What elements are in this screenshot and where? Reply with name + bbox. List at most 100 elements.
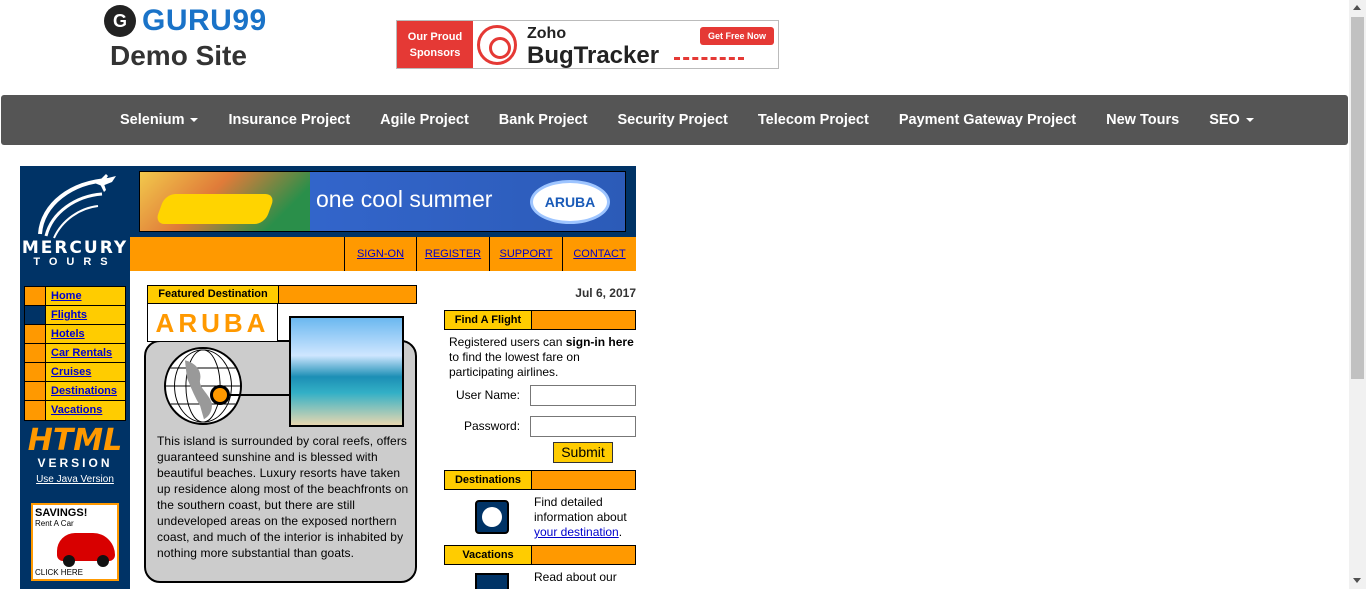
html-version-sub: VERSION (37, 456, 113, 470)
menu-bullet-icon (25, 401, 46, 420)
sponsor-name: Zoho BugTracker (527, 23, 660, 69)
location-marker-icon (210, 385, 230, 405)
use-java-version-link[interactable]: Use Java Version (26, 474, 124, 485)
nav-item-label: Security Project (617, 112, 728, 128)
mercury-logo-line1: MERCURY (21, 238, 129, 258)
page-scrollbar[interactable] (1349, 0, 1366, 589)
destinations-description: Find detailed information about your des… (534, 495, 638, 540)
side-menu-link[interactable]: Hotels (46, 325, 85, 343)
banner-slogan: one cool summer (316, 186, 493, 212)
savings-title: SAVINGS! (35, 507, 88, 519)
menu-bullet-icon (25, 363, 46, 381)
nav-item-agile-project[interactable]: Agile Project (365, 112, 484, 128)
find-flight-sign-in-text: sign-in here (565, 335, 634, 349)
sponsor-label-line2: Sponsors (409, 46, 461, 59)
globe-pointer-line (228, 394, 290, 396)
nav-item-seo[interactable]: SEO (1194, 112, 1269, 128)
savings-subtitle: Rent A Car (35, 519, 74, 528)
find-flight-text-post: to find the lowest fare on participating… (449, 350, 580, 379)
logo-subtitle: Demo Site (110, 40, 247, 71)
dashed-arrow-decoration (674, 57, 744, 60)
side-menu-link[interactable]: Home (46, 287, 82, 305)
logo-brand-text: GURU99 (142, 4, 267, 37)
nav-item-bank-project[interactable]: Bank Project (484, 112, 603, 128)
mercury-logo-text: MERCURY TOURS (20, 238, 130, 268)
side-menu-item-destinations[interactable]: Destinations (25, 382, 125, 401)
nav-item-insurance-project[interactable]: Insurance Project (213, 112, 365, 128)
side-menu-item-car-rentals[interactable]: Car Rentals (25, 344, 125, 363)
banner-people-image (140, 172, 310, 231)
side-menu-link[interactable]: Car Rentals (46, 344, 112, 362)
submit-button[interactable]: Submit (553, 442, 613, 463)
guru99-logo[interactable]: G GURU99 Demo Site (104, 4, 267, 72)
side-menu-link[interactable]: Cruises (46, 363, 91, 381)
scroll-up-arrow-icon[interactable] (1353, 5, 1361, 10)
top-link-register[interactable]: REGISTER (416, 237, 489, 271)
featured-destination-header: Featured Destination (147, 285, 417, 304)
password-input[interactable] (530, 416, 636, 437)
sponsor-product: BugTracker (527, 41, 660, 69)
featured-destination-title: ARUBA (147, 304, 278, 342)
side-menu-item-hotels[interactable]: Hotels (25, 325, 125, 344)
nav-item-telecom-project[interactable]: Telecom Project (743, 112, 884, 128)
side-menu-link[interactable]: Destinations (46, 382, 117, 400)
side-menu-link[interactable]: Vacations (46, 401, 102, 420)
logo-top-row: G GURU99 (104, 4, 267, 38)
destinations-label: Destinations (445, 471, 532, 489)
side-menu-item-cruises[interactable]: Cruises (25, 363, 125, 382)
savings-ad[interactable]: SAVINGS! Rent A Car CLICK HERE (31, 503, 119, 581)
vacations-label: Vacations (445, 546, 532, 564)
mercury-sidebar: MERCURY TOURS Home Flights Hotels Car Renta… (20, 166, 130, 589)
sponsor-banner[interactable]: Our Proud Sponsors Zoho BugTracker Get F… (396, 20, 779, 69)
destinations-text: Find detailed information about (534, 495, 627, 524)
find-flight-header: Find A Flight (444, 310, 636, 330)
find-flight-description: Registered users can sign-in here to fin… (449, 335, 635, 380)
nav-item-selenium[interactable]: Selenium (105, 112, 213, 128)
savings-click-here: CLICK HERE (35, 568, 84, 577)
nav-item-label: Agile Project (380, 112, 469, 128)
scroll-down-arrow-icon[interactable] (1353, 578, 1361, 583)
destination-globe-icon (475, 500, 509, 534)
mercury-side-menu: Home Flights Hotels Car Rentals Cruises Desti… (24, 286, 126, 421)
sponsor-label: Our Proud Sponsors (397, 21, 473, 68)
nav-items: Selenium Insurance Project Agile Project Ba… (1, 95, 1348, 145)
destinations-suffix: . (618, 525, 623, 539)
side-menu-item-flights[interactable]: Flights (25, 306, 125, 325)
menu-bullet-icon (25, 382, 46, 400)
current-date: Jul 6, 2017 (575, 286, 636, 300)
nav-item-label: Telecom Project (757, 112, 869, 128)
nav-item-security-project[interactable]: Security Project (602, 112, 742, 128)
sponsor-label-line1: Our Proud (407, 30, 463, 43)
top-link-sign-on[interactable]: SIGN-ON (344, 237, 416, 271)
caret-down-icon (190, 118, 199, 123)
destinations-header: Destinations (444, 470, 636, 490)
nav-item-label: Selenium (120, 112, 185, 128)
menu-bullet-icon (25, 306, 46, 324)
nav-item-label: New Tours (1106, 112, 1180, 128)
side-menu-item-home[interactable]: Home (25, 287, 125, 306)
nav-item-label: Insurance Project (228, 112, 351, 128)
featured-destination-description: This island is surrounded by coral reefs… (157, 434, 409, 560)
car-wheel-icon (97, 555, 109, 567)
username-input[interactable] (530, 385, 636, 406)
nav-item-label: SEO (1209, 112, 1240, 128)
bugtracker-icon (477, 24, 517, 65)
password-label: Password: (464, 419, 521, 433)
menu-bullet-icon (25, 287, 46, 305)
globe-grid-icon (166, 349, 240, 423)
scrollbar-thumb[interactable] (1351, 17, 1364, 379)
get-free-now-button[interactable]: Get Free Now (699, 27, 774, 45)
mercury-top-nav: SIGN-ON REGISTER SUPPORT CONTACT (130, 237, 636, 271)
side-menu-item-vacations[interactable]: Vacations (25, 401, 125, 420)
top-link-contact[interactable]: CONTACT (562, 237, 636, 271)
aruba-logo: ARUBA (530, 180, 610, 224)
nav-item-payment-gateway-project[interactable]: Payment Gateway Project (884, 112, 1091, 128)
aruba-banner[interactable]: one cool summer ARUBA (130, 166, 636, 237)
nav-item-new-tours[interactable]: New Tours (1091, 112, 1194, 128)
top-link-support[interactable]: SUPPORT (489, 237, 562, 271)
globe-icon (164, 347, 242, 425)
side-menu-link[interactable]: Flights (46, 306, 87, 324)
find-flight-text-pre: Registered users can (449, 335, 566, 349)
vacations-icon (475, 573, 509, 589)
your-destination-link[interactable]: your destination (534, 525, 619, 539)
